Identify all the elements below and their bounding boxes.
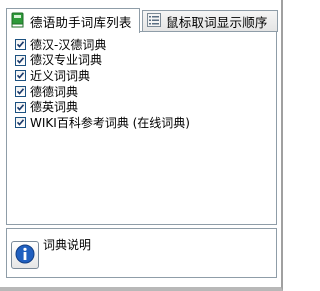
dictionary-item[interactable]: 德汉专业词典 bbox=[15, 53, 190, 69]
dictionary-checkbox[interactable] bbox=[15, 86, 26, 98]
list-icon bbox=[147, 13, 161, 30]
book-icon bbox=[11, 12, 25, 31]
dictionary-checkbox[interactable] bbox=[15, 54, 26, 66]
info-icon bbox=[15, 244, 35, 267]
dictionary-label: 近义词词典 bbox=[30, 68, 91, 83]
dictionary-label: WIKI百科参考词典 (在线词典) bbox=[30, 115, 190, 130]
dictionary-settings-window: 德语助手词库列表 鼠标取词显示顺序 德汉-汉德词典 德汉专业词典 近义词词典 德… bbox=[0, 0, 283, 291]
dictionary-label: 德汉专业词典 bbox=[30, 53, 103, 68]
dictionary-item[interactable]: 德德词典 bbox=[15, 84, 190, 100]
info-panel: 词典说明 bbox=[6, 228, 277, 278]
dictionary-checkbox[interactable] bbox=[15, 117, 26, 129]
tab-dictionary-list-label: 德语助手词库列表 bbox=[30, 14, 132, 30]
info-button[interactable] bbox=[11, 241, 39, 269]
dictionary-item[interactable]: WIKI百科参考词典 (在线词典) bbox=[15, 115, 190, 131]
dictionary-item[interactable]: 德汉-汉德词典 bbox=[15, 37, 190, 53]
dictionary-item[interactable]: 德英词典 bbox=[15, 99, 190, 115]
tab-dictionary-list[interactable]: 德语助手词库列表 bbox=[6, 8, 140, 33]
dictionary-list-panel: 德汉-汉德词典 德汉专业词典 近义词词典 德德词典 德英词典 WIKI百科参考词… bbox=[6, 31, 277, 225]
dictionary-checkbox[interactable] bbox=[15, 101, 26, 113]
dictionary-checkbox[interactable] bbox=[15, 39, 26, 51]
tab-strip: 德语助手词库列表 鼠标取词显示顺序 bbox=[6, 8, 279, 33]
tab-lookup-order-label: 鼠标取词显示顺序 bbox=[166, 15, 268, 30]
tab-lookup-order[interactable]: 鼠标取词显示顺序 bbox=[142, 10, 278, 32]
dictionary-label: 德德词典 bbox=[30, 84, 79, 99]
dictionary-description-label: 词典说明 bbox=[43, 238, 92, 252]
dictionary-list: 德汉-汉德词典 德汉专业词典 近义词词典 德德词典 德英词典 WIKI百科参考词… bbox=[15, 37, 190, 131]
dictionary-label: 德汉-汉德词典 bbox=[30, 37, 107, 52]
dictionary-item[interactable]: 近义词词典 bbox=[15, 68, 190, 84]
dictionary-checkbox[interactable] bbox=[15, 70, 26, 82]
dictionary-label: 德英词典 bbox=[30, 100, 79, 115]
